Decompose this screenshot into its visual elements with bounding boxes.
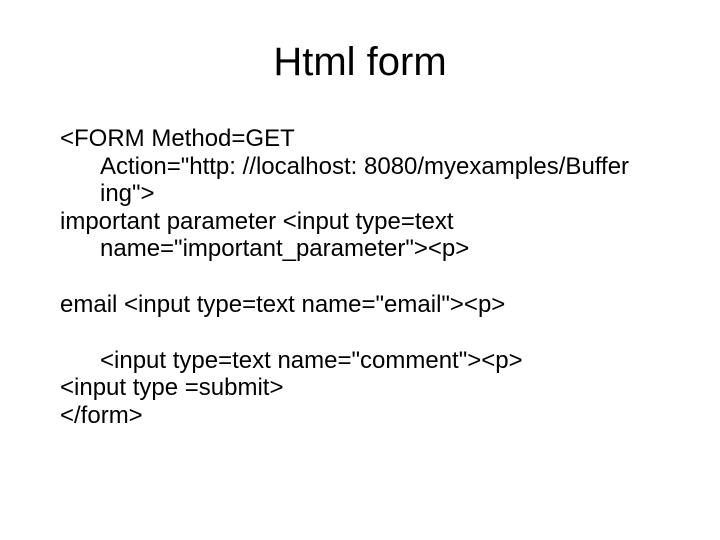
code-line-6: email <input type=text name="email"><p>	[60, 291, 660, 319]
code-block: <FORM Method=GET Action="http: //localho…	[60, 125, 660, 429]
code-line-5: name="important_parameter"><p>	[60, 235, 660, 263]
code-line-7: <input type=text name="comment"><p>	[60, 347, 660, 375]
code-line-3: ing">	[60, 180, 660, 208]
code-line-2: Action="http: //localhost: 8080/myexampl…	[60, 153, 660, 181]
code-line-1: <FORM Method=GET	[60, 125, 660, 153]
code-line-4: important parameter <input type=text	[60, 208, 660, 236]
code-line-8: <input type =submit>	[60, 374, 660, 402]
code-line-9: </form>	[60, 402, 660, 430]
slide-title: Html form	[60, 40, 660, 85]
